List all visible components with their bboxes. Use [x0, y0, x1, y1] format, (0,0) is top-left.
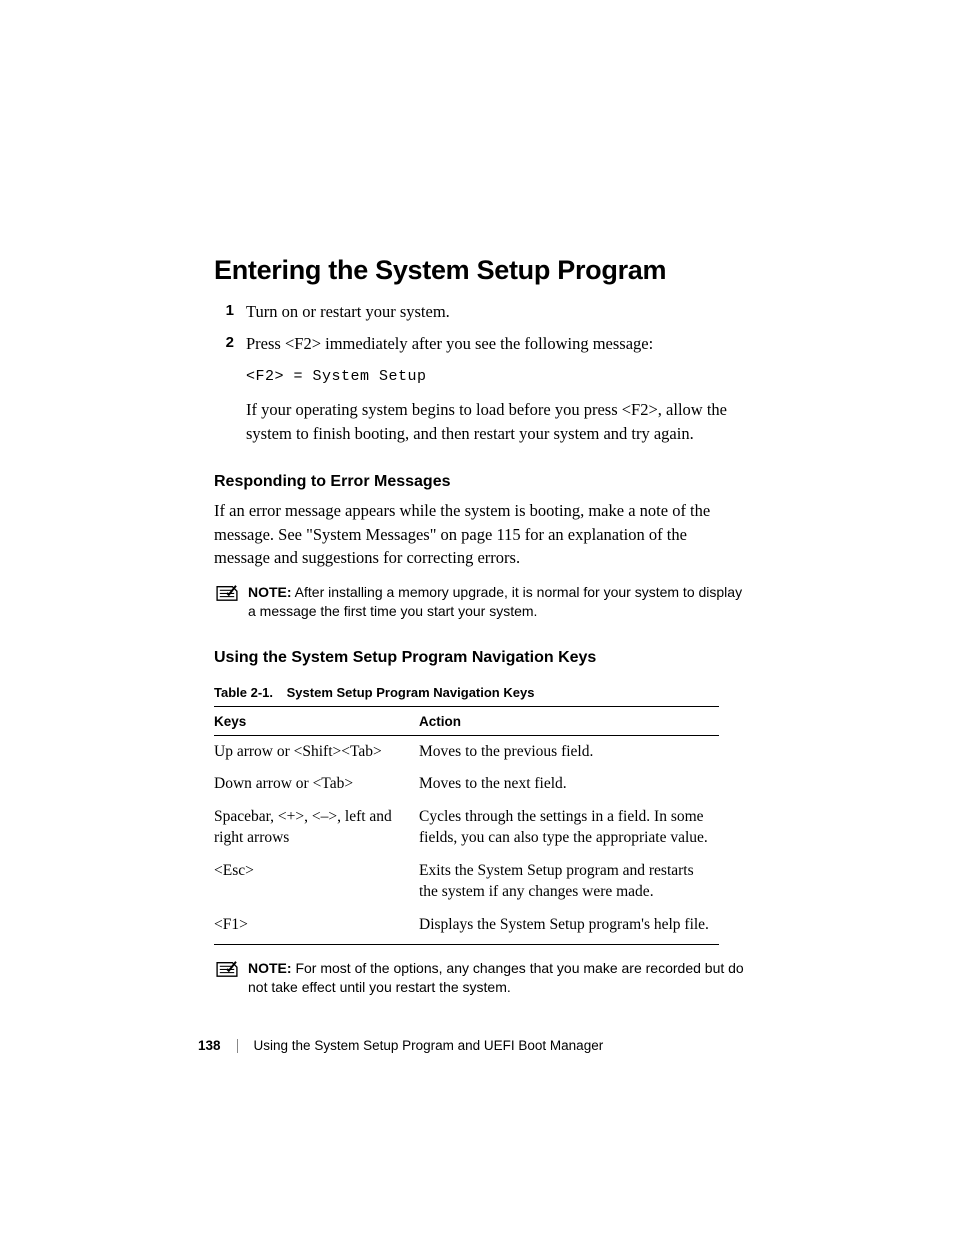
note-icon	[216, 584, 238, 602]
note-text: NOTE: For most of the options, any chang…	[248, 959, 744, 997]
note-label: NOTE:	[248, 960, 292, 976]
ordered-list: 1 Turn on or restart your system. 2 Pres…	[214, 300, 744, 445]
page-footer: 138 Using the System Setup Program and U…	[198, 1038, 603, 1053]
page-number: 138	[198, 1038, 221, 1053]
subsection-heading: Using the System Setup Program Navigatio…	[214, 649, 744, 667]
list-item: 1 Turn on or restart your system.	[214, 300, 744, 324]
note-block: NOTE: After installing a memory upgrade,…	[216, 583, 744, 621]
step-after-text: If your operating system begins to load …	[246, 400, 727, 443]
code-sample: <F2> = System Setup	[246, 366, 744, 388]
list-number: 1	[214, 300, 246, 324]
cell-keys: Spacebar, <+>, <–>, left and right arrow…	[214, 801, 419, 855]
table-caption-title: System Setup Program Navigation Keys	[287, 685, 535, 700]
list-item: 2 Press <F2> immediately after you see t…	[214, 332, 744, 446]
table-caption-number: Table 2-1.	[214, 685, 283, 700]
cell-keys: Up arrow or <Shift><Tab>	[214, 735, 419, 768]
cell-keys: Down arrow or <Tab>	[214, 768, 419, 801]
list-body: Turn on or restart your system.	[246, 300, 744, 324]
subsection-heading: Responding to Error Messages	[214, 473, 744, 491]
table-header-keys: Keys	[214, 706, 419, 735]
page-title: Entering the System Setup Program	[214, 255, 744, 286]
note-icon	[216, 960, 238, 978]
footer-separator	[237, 1039, 238, 1053]
table-row: <F1> Displays the System Setup program's…	[214, 909, 719, 944]
cell-keys: <Esc>	[214, 855, 419, 909]
list-number: 2	[214, 332, 246, 446]
table-header-action: Action	[419, 706, 719, 735]
list-body: Press <F2> immediately after you see the…	[246, 332, 744, 446]
cell-action: Cycles through the settings in a field. …	[419, 801, 719, 855]
navigation-keys-table: Keys Action Up arrow or <Shift><Tab> Mov…	[214, 706, 719, 945]
table-caption: Table 2-1. System Setup Program Navigati…	[214, 685, 744, 700]
cell-keys: <F1>	[214, 909, 419, 944]
footer-chapter-title: Using the System Setup Program and UEFI …	[254, 1038, 604, 1053]
note-block: NOTE: For most of the options, any chang…	[216, 959, 744, 997]
cell-action: Exits the System Setup program and resta…	[419, 855, 719, 909]
note-content: For most of the options, any changes tha…	[248, 960, 744, 995]
table-row: Spacebar, <+>, <–>, left and right arrow…	[214, 801, 719, 855]
note-label: NOTE:	[248, 584, 292, 600]
cell-action: Moves to the next field.	[419, 768, 719, 801]
note-text: NOTE: After installing a memory upgrade,…	[248, 583, 744, 621]
paragraph: If an error message appears while the sy…	[214, 499, 744, 568]
note-content: After installing a memory upgrade, it is…	[248, 584, 742, 619]
table-row: Down arrow or <Tab> Moves to the next fi…	[214, 768, 719, 801]
document-page: Entering the System Setup Program 1 Turn…	[0, 0, 954, 997]
table-row: Up arrow or <Shift><Tab> Moves to the pr…	[214, 735, 719, 768]
cell-action: Displays the System Setup program's help…	[419, 909, 719, 944]
table-header-row: Keys Action	[214, 706, 719, 735]
step-text: Press <F2> immediately after you see the…	[246, 334, 653, 353]
table-row: <Esc> Exits the System Setup program and…	[214, 855, 719, 909]
cell-action: Moves to the previous field.	[419, 735, 719, 768]
